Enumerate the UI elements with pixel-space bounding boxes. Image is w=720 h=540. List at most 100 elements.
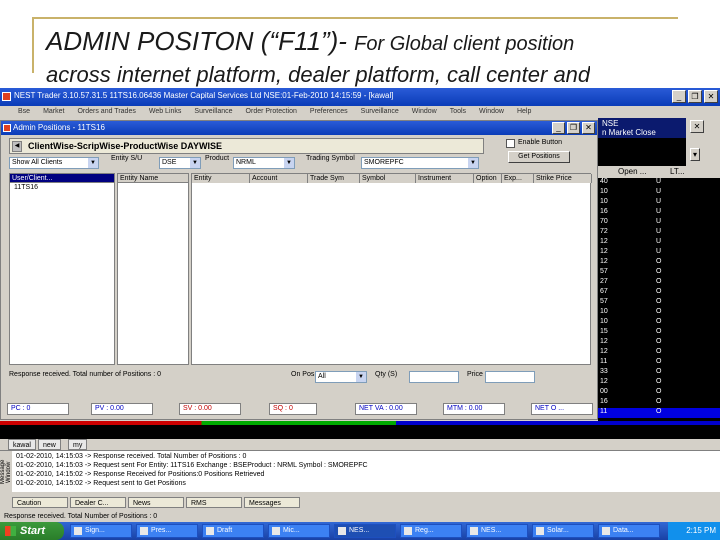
client-list-header[interactable]: User/Client... <box>10 174 114 183</box>
menu-item-6[interactable]: Preferences <box>310 106 348 118</box>
client-list-item[interactable]: 11TS16 <box>14 184 38 191</box>
market-watch-row[interactable]: 57 O <box>598 268 720 278</box>
panel-dropdown-icon[interactable]: ▾ <box>690 148 700 161</box>
admin-minimize-button[interactable]: _ <box>552 122 565 134</box>
trading-symbol-select[interactable]: SMOREPFC ▼ <box>361 157 479 169</box>
taskbar-item[interactable]: Data... <box>598 524 660 538</box>
grid-column-header[interactable]: Symbol <box>360 174 416 183</box>
positions-grid[interactable]: Entity Account Trade Sym Symbol Instrument Op… <box>191 173 592 365</box>
stat-box: MTM : 0.00 <box>443 403 505 415</box>
show-clients-select[interactable]: Show All Clients ▼ <box>9 157 99 169</box>
market-watch-row[interactable]: 12 U <box>598 248 720 258</box>
close-button[interactable]: ✕ <box>704 90 718 103</box>
market-watch-row[interactable]: 15 O <box>598 328 720 338</box>
menu-item-4[interactable]: Surveillance <box>194 106 232 118</box>
menu-item-2[interactable]: Orders and Trades <box>77 106 135 118</box>
filter-select[interactable]: All ▼ <box>315 371 367 383</box>
grid-column-header[interactable]: Entity <box>192 174 250 183</box>
price-input[interactable] <box>485 371 535 383</box>
market-watch-row[interactable]: 12 O <box>598 258 720 268</box>
grid-column-header[interactable]: Exp... <box>502 174 534 183</box>
entity-select[interactable]: DSE ▼ <box>159 157 201 169</box>
get-positions-button[interactable]: Get Positions <box>508 151 570 163</box>
stat-box: SV : 0.00 <box>179 403 241 415</box>
menu-item-11[interactable]: Help <box>517 106 531 118</box>
enable-button-checkbox[interactable] <box>506 139 515 148</box>
grid-column-header[interactable]: Option <box>474 174 502 183</box>
col-open[interactable]: Open ... <box>618 166 646 178</box>
taskbar-item[interactable]: Mic... <box>268 524 330 538</box>
market-watch-row[interactable]: 27 O <box>598 278 720 288</box>
market-watch-row[interactable]: 16 U <box>598 208 720 218</box>
tab-scroll-left-icon[interactable]: ◀ <box>12 141 22 152</box>
workspace-tab-0[interactable]: kawal <box>8 439 36 450</box>
start-button[interactable]: Start <box>0 522 64 540</box>
market-watch-row[interactable]: 00 O <box>598 388 720 398</box>
taskbar-item[interactable]: Reg... <box>400 524 462 538</box>
menu-item-7[interactable]: Surveillance <box>361 106 399 118</box>
market-watch-row[interactable]: 12 O <box>598 348 720 358</box>
market-watch-row[interactable]: 10 U <box>598 198 720 208</box>
message-tab-2[interactable]: News <box>128 497 184 508</box>
workspace-tab-1[interactable]: new <box>38 439 61 450</box>
menu-item-0[interactable]: Bse <box>18 106 30 118</box>
market-watch-row[interactable]: 10 O <box>598 318 720 328</box>
message-tab-0[interactable]: Caution <box>12 497 68 508</box>
client-list[interactable]: User/Client... 11TS16 <box>9 173 115 365</box>
market-watch-row[interactable]: 12 O <box>598 338 720 348</box>
taskbar-item[interactable]: Draft <box>202 524 264 538</box>
restore-button[interactable]: ❐ <box>688 90 702 103</box>
taskbar-item[interactable]: Solar... <box>532 524 594 538</box>
grid-column-header[interactable]: Strike Price <box>534 174 592 183</box>
admin-close-button[interactable]: ✕ <box>582 122 595 134</box>
market-watch-row[interactable]: 11 O <box>598 408 720 418</box>
market-watch-row[interactable]: 67 O <box>598 288 720 298</box>
message-tab-4[interactable]: Messages <box>244 497 300 508</box>
market-watch-row[interactable]: 12 O <box>598 378 720 388</box>
market-watch-row[interactable]: 72 U <box>598 228 720 238</box>
view-tab-strip[interactable]: ◀ ClientWise-ScripWise-ProductWise DAYWI… <box>9 138 484 154</box>
market-watch-row[interactable]: 57 O <box>598 298 720 308</box>
taskbar-item-label: Mic... <box>283 527 300 534</box>
admin-restore-button[interactable]: ❐ <box>567 122 580 134</box>
panel-close-button[interactable]: ✕ <box>690 120 704 133</box>
taskbar-item[interactable]: Sign... <box>70 524 132 538</box>
message-tab-1[interactable]: Dealer C... <box>70 497 126 508</box>
market-watch-row[interactable]: 10 U <box>598 188 720 198</box>
product-select[interactable]: NRML ▼ <box>233 157 295 169</box>
entity-list-header[interactable]: Entity Name <box>118 174 188 183</box>
entity-list[interactable]: Entity Name <box>117 173 189 365</box>
product-dropdown-icon[interactable]: ▼ <box>284 158 294 168</box>
grid-column-header[interactable]: Instrument <box>416 174 474 183</box>
menu-item-5[interactable]: Order Protection <box>246 106 297 118</box>
grid-column-header[interactable]: Account <box>250 174 308 183</box>
market-watch-row[interactable]: 40 U <box>598 178 720 188</box>
menu-item-1[interactable]: Market <box>43 106 64 118</box>
message-tab-3[interactable]: RMS <box>186 497 242 508</box>
market-watch-row[interactable]: 70 U <box>598 218 720 228</box>
market-watch-cell: U <box>656 238 662 245</box>
entity-dropdown-icon[interactable]: ▼ <box>190 158 200 168</box>
taskbar-item[interactable]: NES... <box>466 524 528 538</box>
taskbar-item[interactable]: Pres... <box>136 524 198 538</box>
admin-app-icon <box>3 124 11 132</box>
menu-item-10[interactable]: Window <box>479 106 504 118</box>
taskbar-item[interactable]: NES... <box>334 524 396 538</box>
market-watch-row[interactable]: 16 O <box>598 398 720 408</box>
market-watch-row[interactable]: 11 O <box>598 358 720 368</box>
menu-item-8[interactable]: Window <box>412 106 437 118</box>
minimize-button[interactable]: _ <box>672 90 686 103</box>
filter-dropdown-icon[interactable]: ▼ <box>356 372 366 382</box>
menu-item-9[interactable]: Tools <box>450 106 466 118</box>
trading-symbol-dropdown-icon[interactable]: ▼ <box>468 158 478 168</box>
menu-item-3[interactable]: Web Links <box>149 106 182 118</box>
grid-column-header[interactable]: Trade Sym <box>308 174 360 183</box>
workspace-tab-2[interactable]: my <box>68 439 88 450</box>
col-lt[interactable]: LT... <box>670 166 685 178</box>
market-watch-cell: 12 <box>600 238 608 245</box>
market-watch-row[interactable]: 33 O <box>598 368 720 378</box>
show-clients-dropdown-icon[interactable]: ▼ <box>88 158 98 168</box>
qty-input[interactable] <box>409 371 459 383</box>
market-watch-row[interactable]: 10 O <box>598 308 720 318</box>
market-watch-row[interactable]: 12 U <box>598 238 720 248</box>
